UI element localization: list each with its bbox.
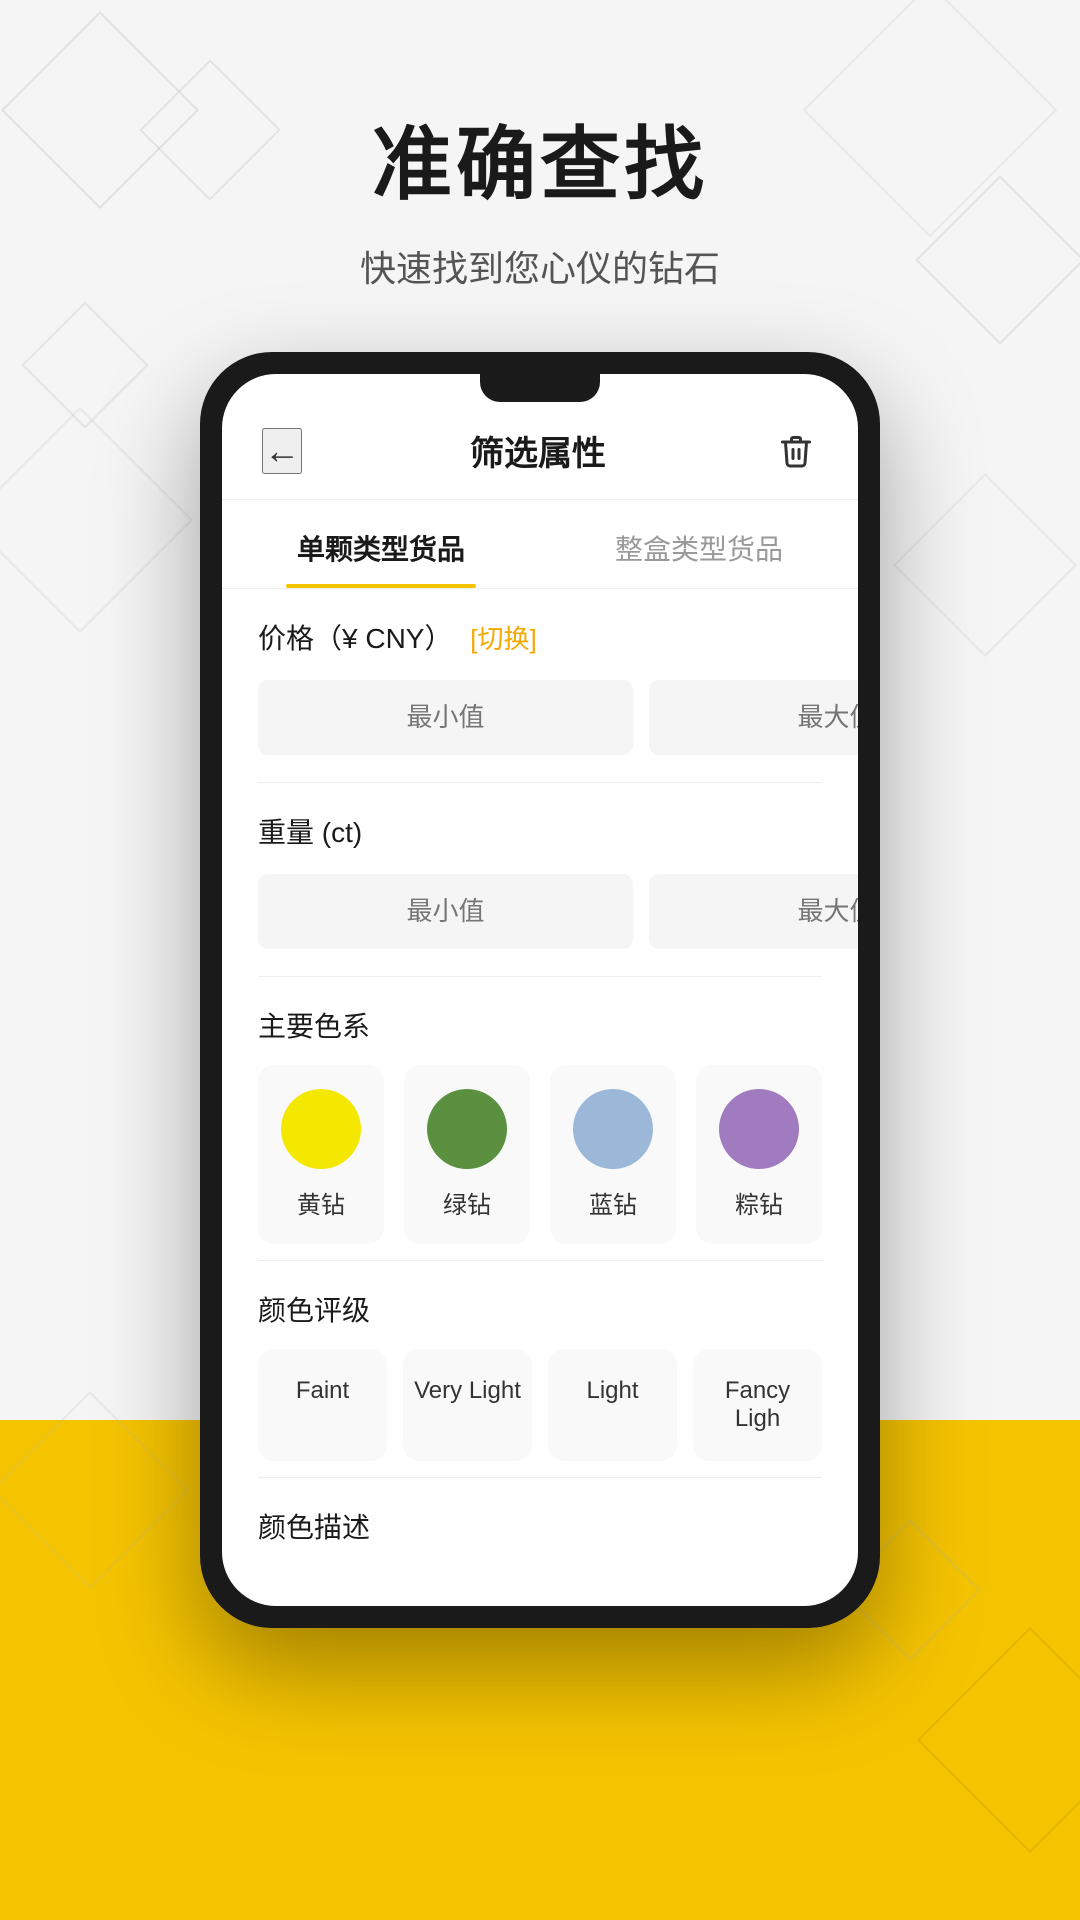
- color-item-blue[interactable]: 蓝钻: [550, 1065, 676, 1244]
- green-circle: [427, 1089, 507, 1169]
- phone-wrapper: ← 筛选属性 单颗类型货品 整盒类型: [0, 352, 1080, 1628]
- color-item-green[interactable]: 绿钻: [404, 1065, 530, 1244]
- tab-bar: 单颗类型货品 整盒类型货品: [222, 500, 858, 589]
- blue-label: 蓝钻: [589, 1185, 637, 1220]
- rating-very-light[interactable]: Very Light: [403, 1349, 532, 1461]
- phone-notch: [480, 374, 600, 402]
- color-desc-label: 颜色描述: [258, 1506, 822, 1546]
- trash-button[interactable]: [774, 429, 818, 473]
- weight-section: 重量 (ct) 范围 ▼: [222, 783, 858, 976]
- phone-screen: ← 筛选属性 单颗类型货品 整盒类型: [222, 374, 858, 1606]
- tab-single[interactable]: 单颗类型货品: [222, 500, 540, 588]
- rating-light[interactable]: Light: [548, 1349, 677, 1461]
- color-desc-section: 颜色描述: [222, 1478, 858, 1606]
- color-item-yellow[interactable]: 黄钻: [258, 1065, 384, 1244]
- hero-section: 准确查找 快速找到您心仪的钻石: [0, 0, 1080, 292]
- color-label: 主要色系: [258, 1005, 822, 1045]
- price-label: 价格（¥ CNY） [切换]: [258, 617, 822, 657]
- green-label: 绿钻: [443, 1185, 491, 1220]
- weight-max-input[interactable]: [649, 874, 858, 949]
- color-item-purple[interactable]: 粽钻: [696, 1065, 822, 1244]
- weight-min-input[interactable]: [258, 874, 633, 949]
- hero-subtitle: 快速找到您心仪的钻石: [0, 240, 1080, 292]
- hero-title: 准确查找: [0, 100, 1080, 216]
- weight-label: 重量 (ct): [258, 811, 822, 851]
- rating-section: 颜色评级 Faint Very Light Light Fancy Ligh: [222, 1261, 858, 1477]
- tab-box[interactable]: 整盒类型货品: [540, 500, 858, 588]
- purple-circle: [719, 1089, 799, 1169]
- switch-button[interactable]: [切换]: [470, 624, 536, 654]
- rating-grid: Faint Very Light Light Fancy Ligh: [258, 1349, 822, 1461]
- color-section: 主要色系 黄钻 绿钻 蓝钻: [222, 977, 858, 1260]
- price-input-row: 范围 ▼: [258, 677, 822, 758]
- yellow-circle: [281, 1089, 361, 1169]
- color-grid: 黄钻 绿钻 蓝钻 粽钻: [258, 1065, 822, 1244]
- price-section: 价格（¥ CNY） [切换] 范围 ▼: [222, 589, 858, 782]
- phone-frame: ← 筛选属性 单颗类型货品 整盒类型: [200, 352, 880, 1628]
- back-button[interactable]: ←: [262, 428, 302, 474]
- blue-circle: [573, 1089, 653, 1169]
- rating-fancy-light[interactable]: Fancy Ligh: [693, 1349, 822, 1461]
- price-min-input[interactable]: [258, 680, 633, 755]
- weight-input-row: 范围 ▼: [258, 871, 822, 952]
- price-max-input[interactable]: [649, 680, 858, 755]
- rating-label: 颜色评级: [258, 1289, 822, 1329]
- header-title: 筛选属性: [470, 426, 606, 475]
- rating-faint[interactable]: Faint: [258, 1349, 387, 1461]
- yellow-label: 黄钻: [297, 1185, 345, 1220]
- purple-label: 粽钻: [735, 1185, 783, 1220]
